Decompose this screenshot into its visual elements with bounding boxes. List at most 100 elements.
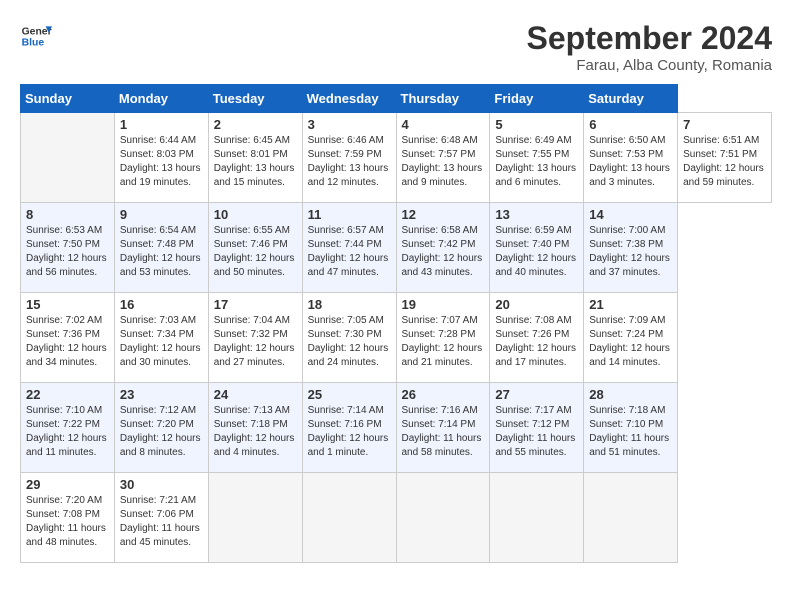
day-info: Sunrise: 6:44 AM Sunset: 8:03 PM Dayligh…	[120, 134, 203, 190]
calendar-cell: 26Sunrise: 7:16 AM Sunset: 7:14 PM Dayli…	[396, 383, 490, 473]
header-day-tuesday: Tuesday	[208, 85, 302, 113]
svg-text:Blue: Blue	[22, 38, 45, 49]
day-info: Sunrise: 7:20 AM Sunset: 7:08 PM Dayligh…	[26, 494, 109, 550]
title-area: September 2024 Farau, Alba County, Roman…	[527, 20, 772, 74]
day-info: Sunrise: 6:55 AM Sunset: 7:46 PM Dayligh…	[214, 224, 297, 280]
calendar-cell	[490, 473, 584, 563]
day-info: Sunrise: 7:04 AM Sunset: 7:32 PM Dayligh…	[214, 314, 297, 370]
day-info: Sunrise: 7:10 AM Sunset: 7:22 PM Dayligh…	[26, 404, 109, 460]
day-number: 3	[308, 117, 391, 132]
calendar-cell: 11 Sunrise: 6:57 AM Sunset: 7:44 PM Dayli…	[302, 203, 396, 293]
day-info: Sunrise: 6:59 AM Sunset: 7:40 PM Dayligh…	[495, 224, 578, 280]
day-info: Sunrise: 6:57 AM Sunset: 7:44 PM Dayligh…	[308, 224, 391, 280]
day-number: 11	[308, 207, 391, 222]
calendar-cell	[21, 113, 115, 203]
calendar-cell: 16 Sunrise: 7:03 AM Sunset: 7:34 PM Dayli…	[114, 293, 208, 383]
day-number: 5	[495, 117, 578, 132]
calendar-cell: 30Sunrise: 7:21 AM Sunset: 7:06 PM Dayli…	[114, 473, 208, 563]
week-row-5: 29Sunrise: 7:20 AM Sunset: 7:08 PM Dayli…	[21, 473, 772, 563]
day-info: Sunrise: 7:08 AM Sunset: 7:26 PM Dayligh…	[495, 314, 578, 370]
logo-icon: General Blue	[20, 20, 52, 52]
day-number: 23	[120, 387, 203, 402]
week-row-4: 22Sunrise: 7:10 AM Sunset: 7:22 PM Dayli…	[21, 383, 772, 473]
day-info: Sunrise: 6:50 AM Sunset: 7:53 PM Dayligh…	[589, 134, 672, 190]
calendar-cell: 19Sunrise: 7:07 AM Sunset: 7:28 PM Dayli…	[396, 293, 490, 383]
day-info: Sunrise: 7:09 AM Sunset: 7:24 PM Dayligh…	[589, 314, 672, 370]
header-row: SundayMondayTuesdayWednesdayThursdayFrid…	[21, 85, 772, 113]
calendar-table: SundayMondayTuesdayWednesdayThursdayFrid…	[20, 84, 772, 563]
day-number: 6	[589, 117, 672, 132]
calendar-cell: 21 Sunrise: 7:09 AM Sunset: 7:24 PM Dayli…	[584, 293, 678, 383]
day-info: Sunrise: 6:49 AM Sunset: 7:55 PM Dayligh…	[495, 134, 578, 190]
calendar-cell: 15Sunrise: 7:02 AM Sunset: 7:36 PM Dayli…	[21, 293, 115, 383]
calendar-cell: 8Sunrise: 6:53 AM Sunset: 7:50 PM Daylig…	[21, 203, 115, 293]
day-number: 7	[683, 117, 766, 132]
calendar-cell: 10 Sunrise: 6:55 AM Sunset: 7:46 PM Dayli…	[208, 203, 302, 293]
calendar-cell: 23 Sunrise: 7:12 AM Sunset: 7:20 PM Dayli…	[114, 383, 208, 473]
day-number: 20	[495, 297, 578, 312]
day-number: 1	[120, 117, 203, 132]
header-day-friday: Friday	[490, 85, 584, 113]
day-info: Sunrise: 6:58 AM Sunset: 7:42 PM Dayligh…	[402, 224, 485, 280]
day-number: 27	[495, 387, 578, 402]
day-number: 19	[402, 297, 485, 312]
day-info: Sunrise: 6:51 AM Sunset: 7:51 PM Dayligh…	[683, 134, 766, 190]
day-info: Sunrise: 6:48 AM Sunset: 7:57 PM Dayligh…	[402, 134, 485, 190]
calendar-cell: 28Sunrise: 7:18 AM Sunset: 7:10 PM Dayli…	[584, 383, 678, 473]
calendar-cell: 20 Sunrise: 7:08 AM Sunset: 7:26 PM Dayli…	[490, 293, 584, 383]
calendar-cell	[208, 473, 302, 563]
day-info: Sunrise: 7:14 AM Sunset: 7:16 PM Dayligh…	[308, 404, 391, 460]
calendar-cell	[302, 473, 396, 563]
subtitle: Farau, Alba County, Romania	[527, 57, 772, 74]
calendar-cell: 12 Sunrise: 6:58 AM Sunset: 7:42 PM Dayli…	[396, 203, 490, 293]
day-number: 9	[120, 207, 203, 222]
day-number: 18	[308, 297, 391, 312]
day-number: 13	[495, 207, 578, 222]
day-number: 25	[308, 387, 391, 402]
calendar-cell: 25 Sunrise: 7:14 AM Sunset: 7:16 PM Dayli…	[302, 383, 396, 473]
calendar-cell: 6 Sunrise: 6:50 AM Sunset: 7:53 PM Daylig…	[584, 113, 678, 203]
day-info: Sunrise: 7:12 AM Sunset: 7:20 PM Dayligh…	[120, 404, 203, 460]
day-number: 17	[214, 297, 297, 312]
week-row-2: 8Sunrise: 6:53 AM Sunset: 7:50 PM Daylig…	[21, 203, 772, 293]
calendar-cell: 3Sunrise: 6:46 AM Sunset: 7:59 PM Daylig…	[302, 113, 396, 203]
day-number: 4	[402, 117, 485, 132]
calendar-cell: 5 Sunrise: 6:49 AM Sunset: 7:55 PM Daylig…	[490, 113, 584, 203]
header-day-thursday: Thursday	[396, 85, 490, 113]
main-title: September 2024	[527, 20, 772, 57]
week-row-1: 1 Sunrise: 6:44 AM Sunset: 8:03 PM Daylig…	[21, 113, 772, 203]
day-info: Sunrise: 7:03 AM Sunset: 7:34 PM Dayligh…	[120, 314, 203, 370]
day-number: 12	[402, 207, 485, 222]
calendar-cell: 13 Sunrise: 6:59 AM Sunset: 7:40 PM Dayli…	[490, 203, 584, 293]
week-row-3: 15Sunrise: 7:02 AM Sunset: 7:36 PM Dayli…	[21, 293, 772, 383]
header: General Blue September 2024 Farau, Alba …	[20, 20, 772, 74]
day-number: 21	[589, 297, 672, 312]
day-number: 14	[589, 207, 672, 222]
header-day-monday: Monday	[114, 85, 208, 113]
calendar-cell: 27 Sunrise: 7:17 AM Sunset: 7:12 PM Dayli…	[490, 383, 584, 473]
calendar-cell: 4 Sunrise: 6:48 AM Sunset: 7:57 PM Daylig…	[396, 113, 490, 203]
logo: General Blue	[20, 20, 52, 52]
calendar-cell: 29Sunrise: 7:20 AM Sunset: 7:08 PM Dayli…	[21, 473, 115, 563]
calendar-cell: 22Sunrise: 7:10 AM Sunset: 7:22 PM Dayli…	[21, 383, 115, 473]
day-number: 10	[214, 207, 297, 222]
header-day-saturday: Saturday	[584, 85, 678, 113]
day-info: Sunrise: 7:17 AM Sunset: 7:12 PM Dayligh…	[495, 404, 578, 460]
header-day-wednesday: Wednesday	[302, 85, 396, 113]
day-number: 24	[214, 387, 297, 402]
calendar-cell	[584, 473, 678, 563]
calendar-cell: 24 Sunrise: 7:13 AM Sunset: 7:18 PM Dayli…	[208, 383, 302, 473]
header-day-sunday: Sunday	[21, 85, 115, 113]
calendar-cell: 9Sunrise: 6:54 AM Sunset: 7:48 PM Daylig…	[114, 203, 208, 293]
day-number: 16	[120, 297, 203, 312]
day-info: Sunrise: 7:00 AM Sunset: 7:38 PM Dayligh…	[589, 224, 672, 280]
day-info: Sunrise: 7:18 AM Sunset: 7:10 PM Dayligh…	[589, 404, 672, 460]
day-info: Sunrise: 7:05 AM Sunset: 7:30 PM Dayligh…	[308, 314, 391, 370]
day-number: 26	[402, 387, 485, 402]
day-number: 2	[214, 117, 297, 132]
calendar-cell: 7 Sunrise: 6:51 AM Sunset: 7:51 PM Daylig…	[678, 113, 772, 203]
day-info: Sunrise: 7:21 AM Sunset: 7:06 PM Dayligh…	[120, 494, 203, 550]
day-info: Sunrise: 7:13 AM Sunset: 7:18 PM Dayligh…	[214, 404, 297, 460]
day-info: Sunrise: 6:45 AM Sunset: 8:01 PM Dayligh…	[214, 134, 297, 190]
day-number: 8	[26, 207, 109, 222]
